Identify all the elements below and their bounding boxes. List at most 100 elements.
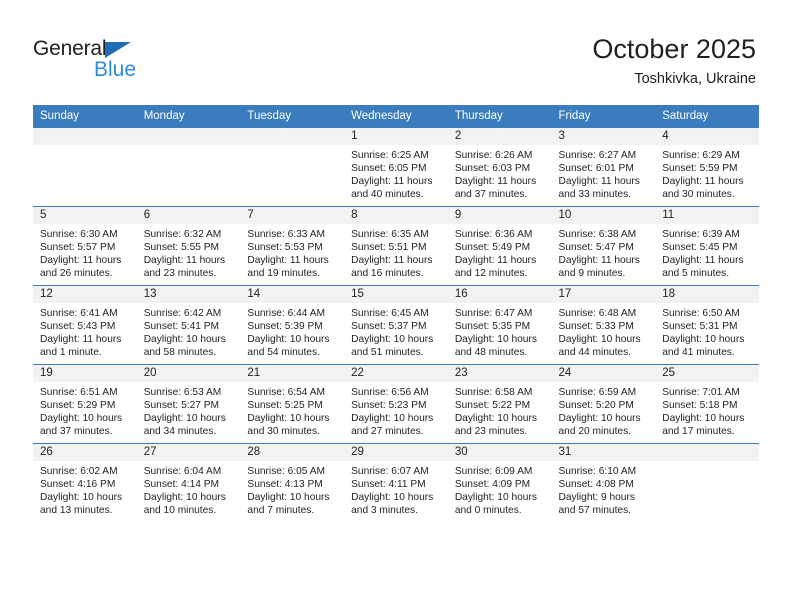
day-details: Sunrise: 6:48 AM Sunset: 5:33 PM Daylight:…	[552, 303, 656, 359]
sunrise-time: Sunrise: 6:29 AM	[662, 150, 740, 161]
sunset-time: Sunset: 5:25 PM	[247, 400, 323, 412]
daylight-duration-line2: and 9 minutes.	[558, 268, 626, 280]
calendar-day-cell[interactable]: 17 Sunrise: 6:48 AM Sunset: 5:33 PM Dayligh…	[551, 285, 656, 365]
day-cell-inner: 28 Sunrise: 6:05 AM Sunset: 4:13 PM Dayligh…	[240, 444, 345, 522]
day-cell-inner: 30 Sunrise: 6:09 AM Sunset: 4:09 PM Dayligh…	[447, 444, 552, 522]
daylight-duration-line2: and 26 minutes.	[40, 268, 113, 280]
daylight-duration-line2: and 30 minutes.	[662, 189, 735, 201]
calendar-day-cell[interactable]: 12 Sunrise: 6:41 AM Sunset: 5:43 PM Dayligh…	[33, 285, 137, 365]
daylight-duration-line1: Daylight: 11 hours	[662, 255, 744, 267]
calendar-day-cell[interactable]: 22 Sunrise: 6:56 AM Sunset: 5:23 PM Dayligh…	[344, 364, 448, 444]
daylight-duration-line2: and 12 minutes.	[454, 268, 528, 280]
day-details: Sunrise: 6:51 AM Sunset: 5:29 PM Daylight:…	[33, 382, 137, 438]
calendar-day-cell-empty	[33, 127, 137, 207]
day-number: 23	[447, 365, 552, 382]
general-blue-logo[interactable]: General Blue	[33, 38, 163, 86]
sunrise-time: Sunrise: 6:27 AM	[558, 150, 637, 161]
sunrise-time: Sunrise: 6:41 AM	[40, 308, 118, 319]
calendar-day-cell[interactable]: 3 Sunrise: 6:27 AM Sunset: 6:01 PM Daylight…	[551, 127, 656, 207]
day-cell-inner: 11 Sunrise: 6:39 AM Sunset: 5:45 PM Dayligh…	[655, 207, 759, 285]
sunset-time: Sunset: 5:20 PM	[558, 400, 634, 412]
daylight-duration-line2: and 58 minutes.	[143, 347, 217, 359]
day-cell-inner	[33, 128, 137, 206]
day-number: 30	[447, 444, 552, 461]
calendar-day-cell[interactable]: 24 Sunrise: 6:59 AM Sunset: 5:20 PM Dayligh…	[551, 364, 656, 444]
day-cell-inner: 15 Sunrise: 6:45 AM Sunset: 5:37 PM Dayligh…	[344, 286, 448, 364]
weekday-header-friday: Friday	[551, 105, 656, 128]
calendar-day-cell[interactable]: 19 Sunrise: 6:51 AM Sunset: 5:29 PM Dayligh…	[33, 364, 137, 444]
daylight-duration-line1: Daylight: 10 hours	[40, 413, 123, 425]
calendar-day-cell[interactable]: 21 Sunrise: 6:54 AM Sunset: 5:25 PM Dayligh…	[240, 364, 345, 444]
sunset-time: Sunset: 5:39 PM	[247, 321, 323, 333]
sunset-time: Sunset: 5:45 PM	[662, 242, 738, 254]
sunrise-time: Sunrise: 6:02 AM	[40, 466, 118, 477]
sunrise-time: Sunrise: 6:38 AM	[558, 229, 637, 240]
day-number	[655, 444, 759, 461]
day-cell-inner: 9 Sunrise: 6:36 AM Sunset: 5:49 PM Daylight…	[447, 207, 552, 285]
weekday-header-saturday: Saturday	[655, 105, 759, 128]
daylight-duration-line2: and 5 minutes.	[662, 268, 730, 280]
sunset-time: Sunset: 4:11 PM	[351, 479, 426, 491]
calendar-day-cell[interactable]: 28 Sunrise: 6:05 AM Sunset: 4:13 PM Dayligh…	[240, 443, 345, 522]
calendar-day-cell[interactable]: 2 Sunrise: 6:26 AM Sunset: 6:03 PM Daylight…	[447, 127, 552, 207]
sunset-time: Sunset: 5:49 PM	[454, 242, 531, 254]
day-cell-inner: 1 Sunrise: 6:25 AM Sunset: 6:05 PM Daylight…	[344, 128, 448, 206]
calendar-day-cell[interactable]: 9 Sunrise: 6:36 AM Sunset: 5:49 PM Daylight…	[447, 206, 552, 286]
calendar-day-cell[interactable]: 13 Sunrise: 6:42 AM Sunset: 5:41 PM Dayligh…	[136, 285, 241, 365]
calendar-day-cell[interactable]: 25 Sunrise: 7:01 AM Sunset: 5:18 PM Dayligh…	[655, 364, 759, 444]
daylight-duration-line2: and 16 minutes.	[351, 268, 424, 280]
calendar-day-cell[interactable]: 30 Sunrise: 6:09 AM Sunset: 4:09 PM Dayligh…	[447, 443, 552, 522]
day-number: 27	[136, 444, 241, 461]
weekday-header-thursday: Thursday	[447, 105, 552, 128]
calendar-day-cell[interactable]: 29 Sunrise: 6:07 AM Sunset: 4:11 PM Dayligh…	[344, 443, 448, 522]
day-details: Sunrise: 6:42 AM Sunset: 5:41 PM Daylight:…	[137, 303, 241, 359]
sunset-time: Sunset: 6:01 PM	[558, 163, 634, 175]
calendar-day-cell[interactable]: 7 Sunrise: 6:33 AM Sunset: 5:53 PM Daylight…	[240, 206, 345, 286]
day-details: Sunrise: 6:53 AM Sunset: 5:27 PM Daylight:…	[137, 382, 241, 438]
calendar-day-cell[interactable]: 8 Sunrise: 6:35 AM Sunset: 5:51 PM Daylight…	[344, 206, 448, 286]
sunrise-time: Sunrise: 6:32 AM	[143, 229, 222, 240]
calendar-day-cell[interactable]: 27 Sunrise: 6:04 AM Sunset: 4:14 PM Dayligh…	[136, 443, 241, 522]
day-details: Sunrise: 6:44 AM Sunset: 5:39 PM Daylight:…	[240, 303, 344, 359]
day-cell-inner: 27 Sunrise: 6:04 AM Sunset: 4:14 PM Dayligh…	[136, 444, 241, 522]
calendar-day-cell[interactable]: 6 Sunrise: 6:32 AM Sunset: 5:55 PM Daylight…	[136, 206, 241, 286]
daylight-duration-line1: Daylight: 10 hours	[454, 492, 537, 504]
calendar-day-cell[interactable]: 26 Sunrise: 6:02 AM Sunset: 4:16 PM Dayligh…	[33, 443, 137, 522]
calendar-day-cell[interactable]: 11 Sunrise: 6:39 AM Sunset: 5:45 PM Dayligh…	[655, 206, 759, 286]
calendar-day-cell[interactable]: 18 Sunrise: 6:50 AM Sunset: 5:31 PM Dayligh…	[655, 285, 759, 365]
calendar-week-row: 5 Sunrise: 6:30 AM Sunset: 5:57 PM Daylight…	[33, 206, 759, 286]
day-details: Sunrise: 6:47 AM Sunset: 5:35 PM Daylight:…	[448, 303, 552, 359]
calendar-day-cell[interactable]: 16 Sunrise: 6:47 AM Sunset: 5:35 PM Dayligh…	[447, 285, 552, 365]
logo-triangle-icon	[105, 42, 131, 58]
sunset-time: Sunset: 5:47 PM	[558, 242, 634, 254]
daylight-duration-line2: and 41 minutes.	[662, 347, 735, 359]
day-cell-inner: 4 Sunrise: 6:29 AM Sunset: 5:59 PM Daylight…	[655, 128, 759, 206]
day-number: 9	[447, 207, 552, 224]
daylight-duration-line1: Daylight: 10 hours	[662, 334, 745, 346]
sunset-time: Sunset: 5:22 PM	[454, 400, 531, 412]
month-calendar-table: Sunday Monday Tuesday Wednesday Thursday…	[33, 105, 759, 522]
sunset-time: Sunset: 5:35 PM	[454, 321, 531, 333]
sunset-time: Sunset: 5:37 PM	[351, 321, 427, 333]
calendar-day-cell[interactable]: 23 Sunrise: 6:58 AM Sunset: 5:22 PM Dayligh…	[447, 364, 552, 444]
calendar-day-cell[interactable]: 1 Sunrise: 6:25 AM Sunset: 6:05 PM Daylight…	[344, 127, 448, 207]
calendar-day-cell[interactable]: 5 Sunrise: 6:30 AM Sunset: 5:57 PM Daylight…	[33, 206, 137, 286]
day-details: Sunrise: 6:35 AM Sunset: 5:51 PM Daylight:…	[344, 224, 448, 280]
daylight-duration-line1: Daylight: 11 hours	[558, 176, 640, 188]
calendar-day-cell[interactable]: 14 Sunrise: 6:44 AM Sunset: 5:39 PM Dayligh…	[240, 285, 345, 365]
calendar-day-cell[interactable]: 31 Sunrise: 6:10 AM Sunset: 4:08 PM Dayligh…	[551, 443, 656, 522]
day-cell-inner: 2 Sunrise: 6:26 AM Sunset: 6:03 PM Daylight…	[447, 128, 552, 206]
day-cell-inner: 20 Sunrise: 6:53 AM Sunset: 5:27 PM Dayligh…	[136, 365, 241, 443]
day-cell-inner: 8 Sunrise: 6:35 AM Sunset: 5:51 PM Daylight…	[344, 207, 448, 285]
sunrise-time: Sunrise: 6:56 AM	[351, 387, 429, 398]
daylight-duration-line2: and 34 minutes.	[143, 426, 217, 438]
daylight-duration-line1: Daylight: 10 hours	[662, 413, 745, 425]
calendar-day-cell[interactable]: 4 Sunrise: 6:29 AM Sunset: 5:59 PM Daylight…	[655, 127, 759, 207]
calendar-day-cell[interactable]: 20 Sunrise: 6:53 AM Sunset: 5:27 PM Dayligh…	[136, 364, 241, 444]
day-details: Sunrise: 6:59 AM Sunset: 5:20 PM Daylight:…	[552, 382, 656, 438]
calendar-day-cell[interactable]: 15 Sunrise: 6:45 AM Sunset: 5:37 PM Dayligh…	[344, 285, 448, 365]
sunrise-time: Sunrise: 6:35 AM	[351, 229, 429, 240]
daylight-duration-line1: Daylight: 10 hours	[40, 492, 123, 504]
day-number: 20	[136, 365, 241, 382]
calendar-day-cell[interactable]: 10 Sunrise: 6:38 AM Sunset: 5:47 PM Dayligh…	[551, 206, 656, 286]
